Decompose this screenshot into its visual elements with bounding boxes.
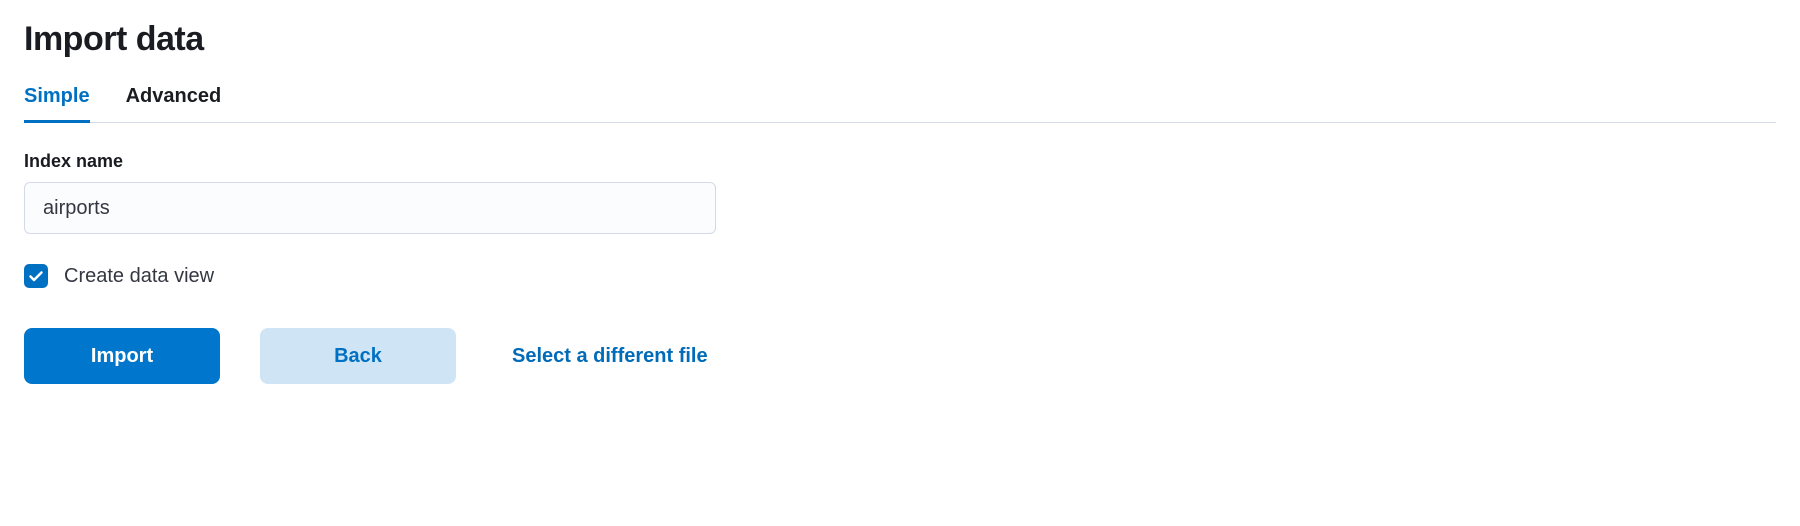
import-button[interactable]: Import — [24, 328, 220, 384]
index-name-label: Index name — [24, 151, 1776, 172]
create-data-view-checkbox[interactable] — [24, 264, 48, 288]
index-name-input[interactable] — [24, 182, 716, 234]
back-button[interactable]: Back — [260, 328, 456, 384]
create-data-view-label: Create data view — [64, 265, 214, 288]
check-icon — [28, 268, 44, 284]
form-area: Index name Create data view Import Back … — [24, 151, 1776, 384]
tabs: Simple Advanced — [24, 77, 1776, 123]
page-title: Import data — [24, 20, 1776, 59]
select-different-file-link[interactable]: Select a different file — [512, 345, 708, 368]
tab-simple[interactable]: Simple — [24, 77, 90, 122]
tab-advanced[interactable]: Advanced — [126, 77, 222, 122]
